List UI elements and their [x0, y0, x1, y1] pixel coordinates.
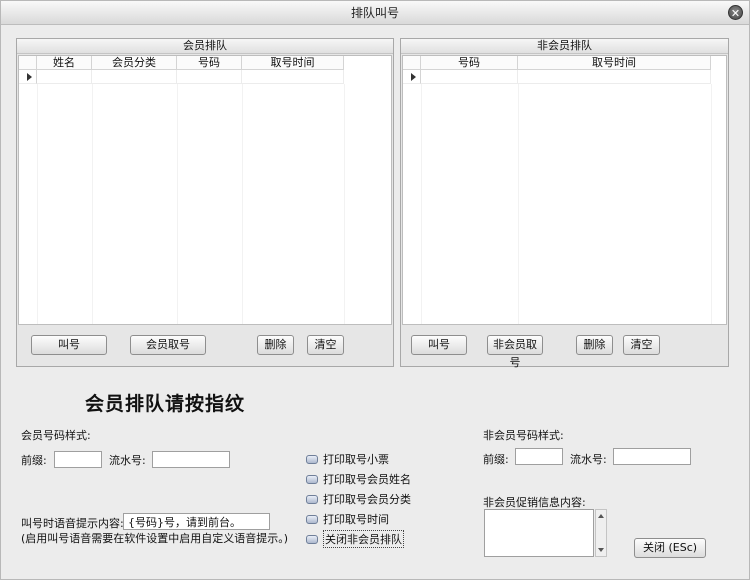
member-delete-button[interactable]: 删除	[257, 335, 294, 355]
option-label: 打印取号时间	[323, 513, 389, 526]
option-print-member-category[interactable]: 打印取号会员分类	[306, 491, 411, 507]
column-divider	[711, 84, 712, 324]
column-divider	[92, 84, 93, 324]
member-clear-button[interactable]: 清空	[307, 335, 344, 355]
current-row-arrow-icon	[403, 70, 421, 84]
table-row[interactable]	[19, 70, 344, 84]
checkbox[interactable]	[306, 454, 318, 464]
nonmember-queue-table[interactable]: 号码 取号时间	[402, 55, 727, 325]
column-divider	[177, 84, 178, 324]
voice-prompt-input[interactable]	[123, 513, 270, 530]
nonmember-prefix-input[interactable]	[515, 448, 563, 465]
checkbox[interactable]	[306, 494, 318, 504]
nonmember-clear-button[interactable]: 清空	[623, 335, 660, 355]
promo-textarea[interactable]	[484, 509, 594, 557]
option-print-take-time[interactable]: 打印取号时间	[306, 511, 389, 527]
column-divider	[242, 84, 243, 324]
nonmember-format-title: 非会员号码样式:	[483, 429, 564, 442]
table-row[interactable]	[403, 70, 711, 84]
table-cell[interactable]	[421, 70, 518, 84]
column-header-take-time[interactable]: 取号时间	[242, 56, 344, 70]
nonmember-delete-button[interactable]: 删除	[576, 335, 613, 355]
member-serial-input[interactable]	[152, 451, 230, 468]
member-call-button[interactable]: 叫号	[31, 335, 107, 355]
column-header-member-category[interactable]: 会员分类	[92, 56, 177, 70]
column-divider	[421, 84, 422, 324]
option-close-nonmember-queue[interactable]: 关闭非会员排队	[306, 530, 404, 548]
title-bar: 排队叫号 ✕	[1, 1, 749, 25]
voice-prompt-note: (启用叫号语音需要在软件设置中启用自定义语音提示。)	[21, 532, 289, 545]
member-queue-title: 会员排队	[17, 39, 393, 54]
window-title: 排队叫号	[350, 6, 399, 20]
nonmember-call-button[interactable]: 叫号	[411, 335, 467, 355]
option-print-member-name[interactable]: 打印取号会员姓名	[306, 471, 411, 487]
promo-label: 非会员促销信息内容:	[483, 496, 586, 509]
column-header-take-time[interactable]: 取号时间	[518, 56, 711, 70]
scroll-down-icon[interactable]	[598, 548, 604, 552]
column-divider	[344, 84, 345, 324]
option-label: 打印取号小票	[323, 453, 389, 466]
scroll-up-icon[interactable]	[598, 514, 604, 518]
option-print-ticket[interactable]: 打印取号小票	[306, 451, 389, 467]
current-row-arrow-icon	[19, 70, 37, 84]
option-label: 打印取号会员姓名	[323, 473, 411, 486]
checkbox[interactable]	[306, 534, 318, 544]
table-cell[interactable]	[242, 70, 344, 84]
voice-prompt-label: 叫号时语音提示内容:	[21, 517, 124, 530]
column-header-number[interactable]: 号码	[177, 56, 242, 70]
column-divider	[518, 84, 519, 324]
close-esc-button[interactable]: 关闭 (ESc)	[634, 538, 706, 558]
nonmember-queue-title: 非会员排队	[401, 39, 728, 54]
fingerprint-prompt: 会员排队请按指纹	[85, 393, 246, 415]
table-cell[interactable]	[92, 70, 177, 84]
nonmember-table-header: 号码 取号时间	[403, 56, 711, 70]
member-prefix-input[interactable]	[54, 451, 102, 468]
member-table-header: 姓名 会员分类 号码 取号时间	[19, 56, 344, 70]
member-serial-label: 流水号:	[109, 454, 146, 467]
row-header-corner	[403, 56, 421, 70]
nonmember-take-number-button[interactable]: 非会员取号	[487, 335, 543, 369]
nonmember-prefix-label: 前缀:	[483, 453, 509, 466]
option-label: 打印取号会员分类	[323, 493, 411, 506]
column-header-name[interactable]: 姓名	[37, 56, 92, 70]
checkbox[interactable]	[306, 514, 318, 524]
member-queue-table[interactable]: 姓名 会员分类 号码 取号时间	[18, 55, 392, 325]
promo-scrollbar[interactable]	[595, 509, 607, 557]
checkbox[interactable]	[306, 474, 318, 484]
member-prefix-label: 前缀:	[21, 454, 47, 467]
table-cell[interactable]	[518, 70, 711, 84]
member-queue-panel: 会员排队 姓名 会员分类 号码 取号时间 叫号 会员取号 删除 清空	[16, 38, 394, 367]
queue-call-window: 排队叫号 ✕ 会员排队 姓名 会员分类 号码 取号时间 叫号 会员取号 删除 清…	[0, 0, 750, 580]
column-divider	[37, 84, 38, 324]
member-take-number-button[interactable]: 会员取号	[130, 335, 206, 355]
nonmember-serial-label: 流水号:	[570, 453, 607, 466]
table-cell[interactable]	[37, 70, 92, 84]
table-cell[interactable]	[177, 70, 242, 84]
column-header-number[interactable]: 号码	[421, 56, 518, 70]
nonmember-serial-input[interactable]	[613, 448, 691, 465]
member-format-title: 会员号码样式:	[21, 429, 91, 442]
row-header-corner	[19, 56, 37, 70]
nonmember-queue-panel: 非会员排队 号码 取号时间 叫号 非会员取号 删除 清空	[400, 38, 729, 369]
option-label: 关闭非会员排队	[323, 530, 404, 548]
close-icon[interactable]: ✕	[728, 5, 743, 20]
